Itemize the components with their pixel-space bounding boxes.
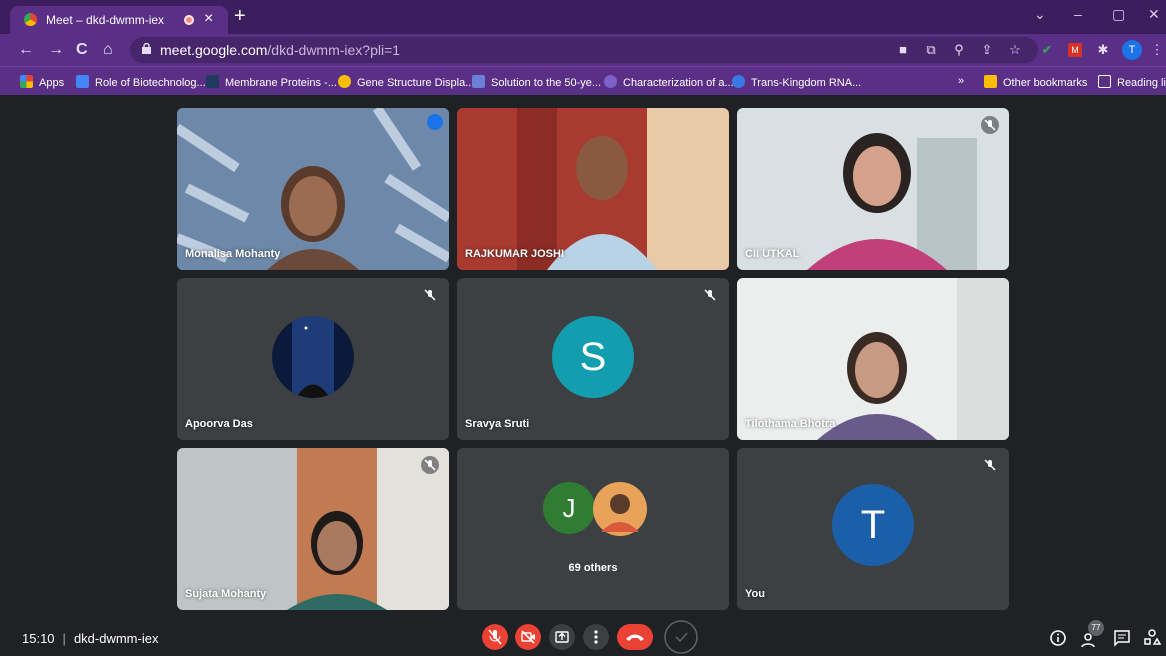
participant-count-badge: 77 (1088, 620, 1104, 636)
other-bookmarks[interactable]: Other bookmarks (984, 75, 1087, 89)
self-avatar: T (832, 484, 914, 566)
participant-tile[interactable]: RAJKUMAR JOSHI (457, 108, 729, 270)
bookmarks-overflow-button[interactable]: » (958, 75, 964, 87)
apps-grid-icon (20, 75, 33, 88)
participant-name: Tilothama Bhotra (745, 418, 836, 430)
participant-avatar: S (552, 316, 634, 398)
bookmark-star-icon[interactable]: ☆ (1008, 43, 1022, 57)
bookmark-favicon-icon (604, 75, 617, 88)
forward-icon[interactable]: → (48, 41, 64, 59)
browser-tab[interactable]: Meet – dkd-dwmm-iex × (10, 6, 228, 34)
extension-check-icon[interactable]: ✔ (1040, 43, 1054, 57)
url-path: /dkd-dwmm-iex?pli=1 (267, 42, 401, 58)
leave-call-button[interactable] (617, 624, 653, 650)
camera-in-use-icon[interactable]: ■ (896, 43, 910, 57)
tab-title: Meet – dkd-dwmm-iex (46, 13, 165, 27)
browser-tab-strip: Meet – dkd-dwmm-iex × + ⌄ – ▢ ✕ (0, 0, 1166, 34)
participant-tile[interactable]: Apoorva Das (177, 278, 449, 440)
participant-name: Sravya Sruti (465, 418, 530, 430)
reading-list-icon (1098, 75, 1111, 88)
participant-name: You (745, 588, 765, 600)
bookmark-item[interactable]: Solution to the 50-ye... (472, 75, 601, 89)
present-screen-button[interactable] (549, 624, 575, 650)
maximize-button[interactable]: ▢ (1112, 6, 1125, 23)
participant-tile[interactable]: Monalisa Mohanty (177, 108, 449, 270)
bookmark-favicon-icon (732, 75, 745, 88)
more-options-button[interactable] (583, 624, 609, 650)
close-window-button[interactable]: ✕ (1148, 6, 1160, 23)
apps-bookmark[interactable]: Apps (20, 75, 64, 89)
participant-tile[interactable]: CII UTKAL (737, 108, 1009, 270)
mic-muted-icon (421, 456, 439, 474)
tab-search-icon[interactable]: ⌄ (1034, 6, 1046, 23)
participant-tile[interactable]: Sujata Mohanty (177, 448, 449, 610)
lock-icon (142, 43, 151, 54)
meeting-controls-bar: 15:10 | dkd-dwmm-iex 77 (0, 618, 1166, 656)
bookmark-favicon-icon (206, 75, 219, 88)
bookmark-item[interactable]: Gene Structure Displa... (338, 75, 474, 89)
bookmark-item[interactable]: Characterization of a... (604, 75, 734, 89)
participant-avatar-photo (593, 482, 647, 536)
participant-name: CII UTKAL (745, 248, 800, 260)
new-tab-button[interactable]: + (234, 5, 246, 28)
participant-video (177, 108, 449, 270)
toggle-camera-button[interactable] (515, 624, 541, 650)
reading-list[interactable]: Reading list (1098, 75, 1166, 89)
participant-video (737, 278, 1009, 440)
bookmark-item[interactable]: Role of Biotechnolog... (76, 75, 206, 89)
share-icon[interactable]: ⇪ (980, 43, 994, 57)
extensions-puzzle-icon[interactable]: ✱ (1096, 43, 1110, 57)
meeting-code: dkd-dwmm-iex (73, 631, 159, 646)
address-toolbar: ← → C ⌂ meet.google.com/dkd-dwmm-iex?pli… (0, 34, 1166, 66)
back-icon[interactable]: ← (18, 41, 34, 59)
meeting-info-icon[interactable] (1048, 628, 1068, 648)
others-count: 69 others (568, 562, 618, 574)
participant-name: Apoorva Das (185, 418, 253, 430)
close-tab-icon[interactable]: × (204, 10, 213, 28)
url-host: meet.google.com (160, 42, 268, 58)
participants-button[interactable]: 77 (1080, 620, 1104, 650)
bookmark-item[interactable]: Trans-Kingdom RNA... (732, 75, 861, 89)
participant-tile[interactable]: Tilothama Bhotra (737, 278, 1009, 440)
reload-icon[interactable]: C (76, 41, 88, 59)
participant-video (457, 108, 729, 270)
bookmark-favicon-icon (338, 75, 351, 88)
meet-favicon-icon (24, 13, 37, 26)
participant-tile[interactable]: S Sravya Sruti (457, 278, 729, 440)
zoom-icon[interactable]: ⚲ (952, 43, 966, 57)
participant-video (177, 448, 449, 610)
assistant-check-icon[interactable] (664, 620, 698, 654)
participant-tile-self[interactable]: T You (737, 448, 1009, 610)
participant-avatar: J (543, 482, 595, 534)
meeting-time: 15:10 | dkd-dwmm-iex (22, 631, 159, 646)
folder-icon (984, 75, 997, 88)
participant-video (737, 108, 1009, 270)
profile-avatar[interactable]: T (1122, 40, 1142, 60)
toggle-mic-button[interactable] (482, 624, 508, 650)
minimize-button[interactable]: – (1074, 6, 1082, 22)
mic-muted-icon (981, 116, 999, 134)
recording-indicator-icon (184, 15, 194, 25)
participant-name: RAJKUMAR JOSHI (465, 248, 565, 260)
bookmarks-bar: Apps Role of Biotechnolog... Membrane Pr… (0, 66, 1166, 95)
bookmark-favicon-icon (76, 75, 89, 88)
activities-icon[interactable] (1142, 628, 1162, 648)
mic-muted-icon (984, 459, 996, 471)
participant-name: Sujata Mohanty (185, 588, 267, 600)
home-icon[interactable]: ⌂ (103, 41, 113, 59)
participant-avatar (272, 316, 354, 398)
open-in-window-icon[interactable]: ⧉ (924, 43, 938, 57)
others-tile[interactable]: J 69 others (457, 448, 729, 610)
participant-name: Monalisa Mohanty (185, 248, 281, 260)
browser-menu-icon[interactable]: ⋮ (1150, 43, 1164, 57)
bookmark-item[interactable]: Membrane Proteins -... (206, 75, 337, 89)
chat-icon[interactable] (1112, 628, 1132, 648)
speaking-indicator-icon (427, 114, 443, 130)
bookmark-favicon-icon (472, 75, 485, 88)
mic-muted-icon (704, 289, 716, 301)
extension-m-icon[interactable]: M (1068, 43, 1082, 57)
mic-muted-icon (424, 289, 436, 301)
